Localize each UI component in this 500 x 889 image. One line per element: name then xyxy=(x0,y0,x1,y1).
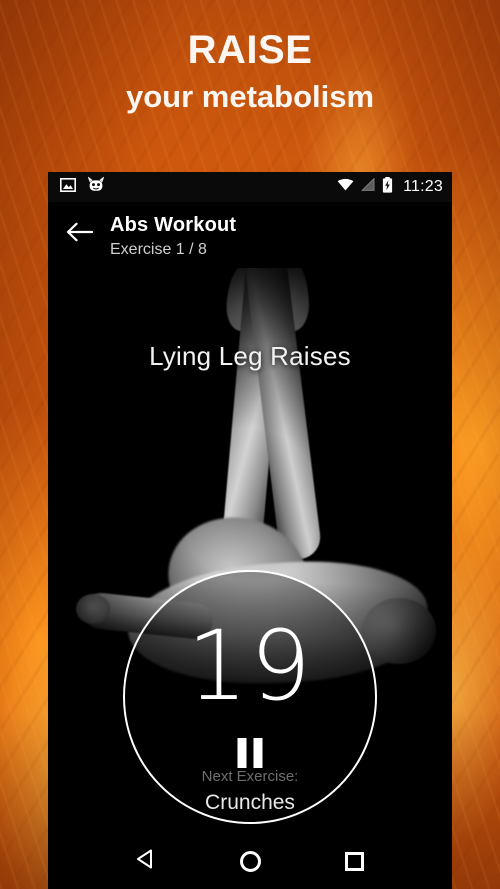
android-nav-bar xyxy=(48,833,452,889)
nav-back-icon xyxy=(135,848,157,875)
next-exercise-block: Next Exercise: Crunches xyxy=(48,767,452,817)
promo-headline-line2: your metabolism xyxy=(125,79,375,114)
app-bar-titles: Abs Workout Exercise 1 / 8 xyxy=(110,212,236,261)
back-button[interactable] xyxy=(48,212,110,247)
status-bar-clock: 11:23 xyxy=(403,178,443,195)
status-bar-right-icons: 11:23 xyxy=(337,176,443,198)
promo-headline-line1: RAISE xyxy=(187,28,313,72)
promo-headline: RAISE your metabolism xyxy=(0,26,500,117)
nav-home-button[interactable] xyxy=(223,839,277,883)
nav-recents-button[interactable] xyxy=(327,839,381,883)
exercise-stage: Lying Leg Raises 19 Next Exercise: Crunc… xyxy=(48,268,452,833)
nav-recents-icon xyxy=(344,851,364,871)
page-title: Abs Workout xyxy=(110,214,237,236)
promo-background: RAISE your metabolism 11:23 Abs Workout … xyxy=(0,0,500,889)
pause-icon[interactable] xyxy=(237,738,263,768)
exercise-progress-label: Exercise 1 / 8 xyxy=(110,241,207,258)
next-exercise-label: Next Exercise: xyxy=(201,768,299,785)
nav-home-icon xyxy=(239,850,261,872)
pause-bar-left xyxy=(237,738,247,768)
app-bar: Abs Workout Exercise 1 / 8 xyxy=(48,202,452,268)
wifi-icon xyxy=(337,178,354,196)
cell-signal-icon xyxy=(361,177,375,196)
image-icon xyxy=(60,177,76,197)
status-bar: 11:23 xyxy=(48,172,452,202)
pause-bar-right xyxy=(253,738,263,768)
status-bar-left-icons xyxy=(60,176,105,197)
arrow-left-icon xyxy=(66,222,93,247)
exercise-name: Lying Leg Raises xyxy=(149,341,351,371)
cyanogenmod-robot-icon xyxy=(87,176,105,197)
battery-charging-icon xyxy=(382,176,393,198)
timer-countdown-value: 19 xyxy=(186,610,314,722)
phone-screenshot: 11:23 Abs Workout Exercise 1 / 8 Lying L… xyxy=(48,172,452,889)
nav-back-button[interactable] xyxy=(119,839,173,883)
next-exercise-name: Crunches xyxy=(205,791,295,814)
